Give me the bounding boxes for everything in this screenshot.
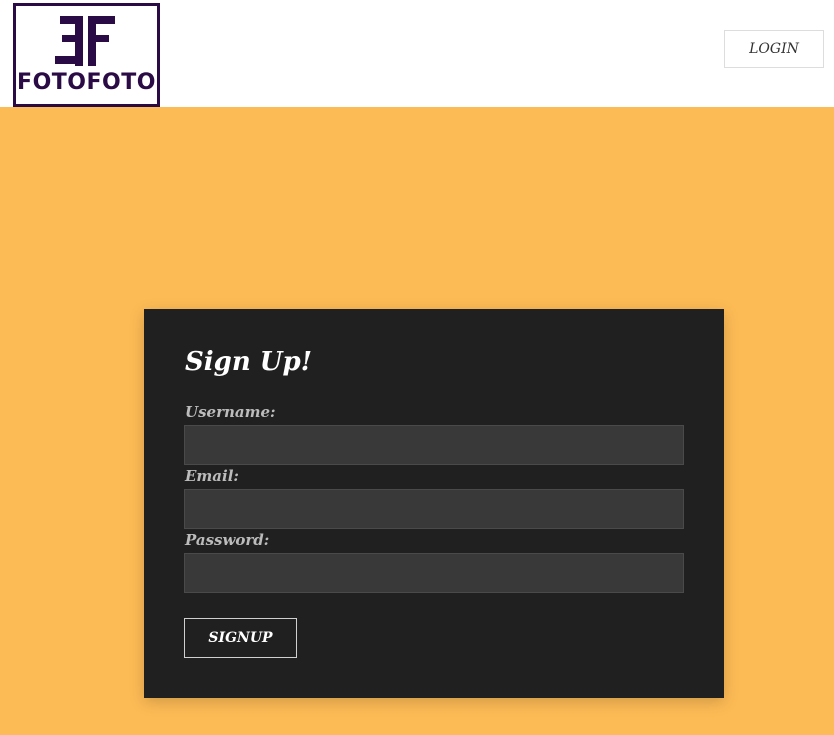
username-label: Username:: [185, 403, 276, 421]
email-label: Email:: [185, 467, 239, 485]
signup-button[interactable]: SIGNUP: [184, 618, 297, 658]
password-input[interactable]: [184, 553, 684, 593]
signup-card: Sign Up! Username: Email: Password: SIGN…: [144, 309, 724, 698]
signup-title: Sign Up!: [185, 347, 313, 377]
brand-logo[interactable]: FOTOFOTO: [13, 3, 160, 107]
email-input[interactable]: [184, 489, 684, 529]
username-input[interactable]: [184, 425, 684, 465]
site-header: FOTOFOTO LOGIN: [0, 0, 834, 107]
main-content: Sign Up! Username: Email: Password: SIGN…: [0, 107, 834, 735]
ff-monogram-icon: [55, 16, 115, 66]
password-label: Password:: [185, 531, 270, 549]
login-button[interactable]: LOGIN: [724, 30, 824, 68]
brand-logo-text: FOTOFOTO: [17, 70, 156, 95]
